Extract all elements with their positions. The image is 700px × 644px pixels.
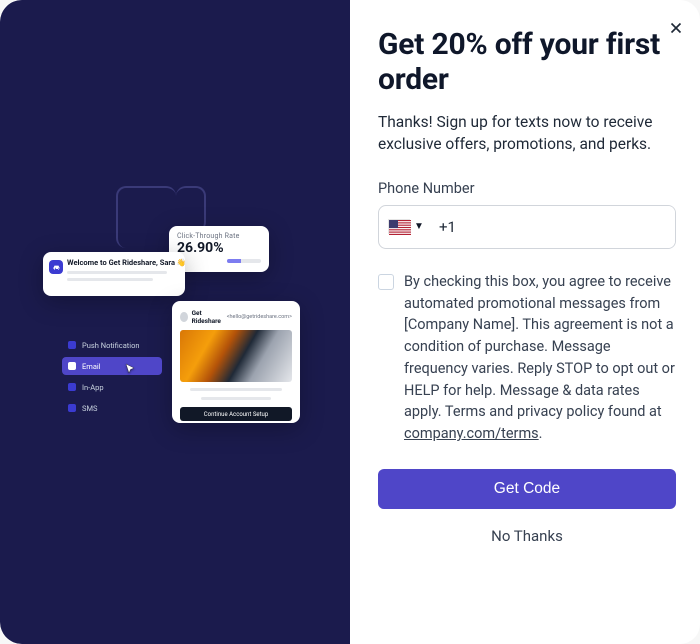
- chat-icon: [68, 404, 76, 412]
- country-selector[interactable]: ▼: [379, 206, 433, 248]
- terms-link[interactable]: company.com/terms: [404, 425, 539, 442]
- country-code: +1: [433, 206, 456, 248]
- text-placeholder-line: [190, 388, 282, 391]
- email-from-name: Get Rideshare: [192, 309, 223, 325]
- welcome-notification-card: Welcome to Get Rideshare, Sara 👋: [43, 252, 185, 296]
- nav-label: SMS: [82, 404, 97, 413]
- consent-text: By checking this box, you agree to recei…: [404, 271, 676, 445]
- nav-item-push: Push Notification: [62, 336, 162, 354]
- consent-row[interactable]: By checking this box, you agree to recei…: [378, 271, 676, 445]
- nav-label: In-App: [82, 383, 104, 392]
- phone-label: Phone Number: [378, 180, 676, 197]
- channel-nav: Push Notification Email In-App SMS: [62, 336, 162, 417]
- email-from-address: <hello@getrideshare.com>: [227, 314, 292, 320]
- nav-item-email: Email: [62, 357, 162, 375]
- no-thanks-button[interactable]: No Thanks: [378, 527, 676, 545]
- get-code-button[interactable]: Get Code: [378, 469, 676, 509]
- us-flag-icon: [388, 219, 410, 234]
- email-header: Get Rideshare <hello@getrideshare.com>: [180, 309, 292, 325]
- bell-icon: [68, 341, 76, 349]
- welcome-title: Welcome to Get Rideshare, Sara 👋: [67, 258, 179, 267]
- monitor-icon: [68, 383, 76, 391]
- consent-prefix: By checking this box, you agree to recei…: [404, 273, 675, 421]
- modal-heading: Get 20% off your first order: [378, 28, 676, 97]
- modal-description: Thanks! Sign up for texts now to receive…: [378, 111, 676, 156]
- email-cta-button: Continue Account Setup: [180, 407, 292, 421]
- ctr-label: Click-Through Rate: [177, 232, 261, 240]
- mail-icon: [68, 362, 76, 370]
- connector-line: [116, 186, 176, 248]
- phone-input-group: ▼ +1: [378, 205, 676, 249]
- nav-item-sms: SMS: [62, 399, 162, 417]
- consent-checkbox[interactable]: [378, 274, 394, 290]
- nav-item-inapp: In-App: [62, 378, 162, 396]
- text-placeholder-line: [201, 397, 271, 400]
- promo-modal-shell: Click-Through Rate 26.90% Welcome to Get…: [0, 0, 700, 644]
- avatar-icon: [180, 312, 188, 322]
- close-button[interactable]: [662, 14, 690, 42]
- close-icon: [667, 19, 685, 37]
- ctr-progress-bar: [227, 259, 261, 263]
- consent-suffix: .: [539, 425, 543, 442]
- signup-form-panel: Get 20% off your first order Thanks! Sig…: [350, 0, 700, 644]
- nav-label: Push Notification: [82, 341, 140, 350]
- chevron-down-icon: ▼: [414, 221, 424, 232]
- illustration-panel: Click-Through Rate 26.90% Welcome to Get…: [0, 0, 350, 644]
- nav-label: Email: [82, 362, 101, 371]
- email-hero-image: [180, 330, 292, 382]
- car-icon: [49, 260, 63, 274]
- phone-input[interactable]: [456, 206, 675, 248]
- ctr-value: 26.90%: [177, 240, 261, 256]
- text-placeholder-line: [67, 271, 167, 274]
- email-preview-card: Get Rideshare <hello@getrideshare.com> C…: [172, 301, 300, 423]
- text-placeholder-line: [67, 278, 153, 281]
